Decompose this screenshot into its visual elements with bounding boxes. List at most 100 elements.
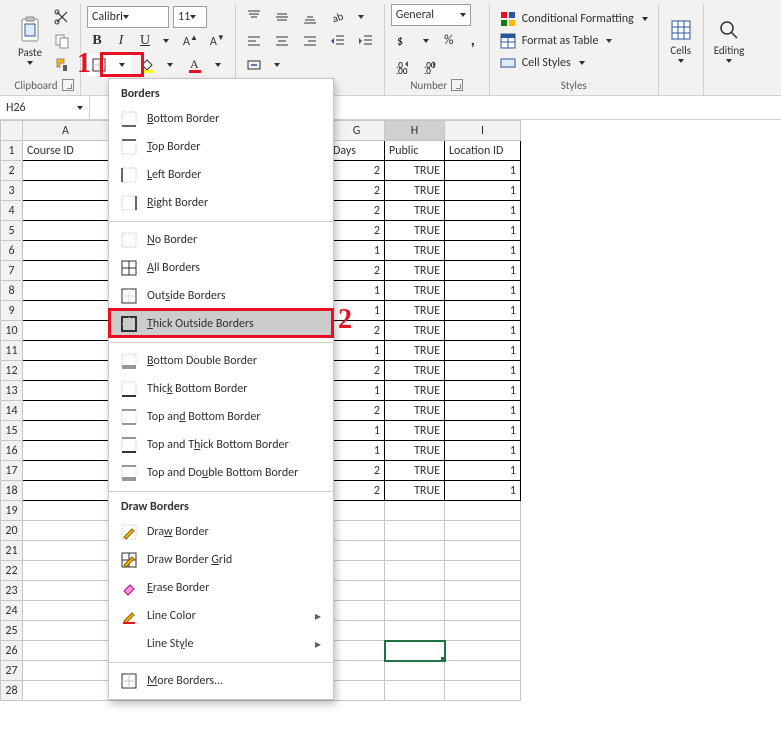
- number-dialog-launcher[interactable]: [451, 79, 463, 91]
- menu-top-and-thick-bottom-border[interactable]: Top and Thick Bottom Border: [109, 431, 333, 459]
- cell[interactable]: [23, 401, 109, 421]
- font-size-selector[interactable]: 11: [173, 6, 207, 28]
- cell[interactable]: [23, 221, 109, 241]
- cell[interactable]: 1: [445, 441, 521, 461]
- col-header-A[interactable]: A: [23, 121, 109, 141]
- cell[interactable]: 1: [445, 481, 521, 501]
- cell[interactable]: 1: [445, 341, 521, 361]
- decrease-decimal-button[interactable]: .00.0: [419, 55, 443, 77]
- cells-button[interactable]: Cells: [665, 16, 697, 65]
- cell[interactable]: 1: [445, 421, 521, 441]
- cell[interactable]: [445, 541, 521, 561]
- cell[interactable]: [23, 481, 109, 501]
- menu-draw-border[interactable]: Draw Border: [109, 518, 333, 546]
- cell[interactable]: 2: [329, 321, 385, 341]
- cell[interactable]: 1: [445, 181, 521, 201]
- cell[interactable]: [23, 601, 109, 621]
- cell[interactable]: [385, 561, 445, 581]
- cell[interactable]: 2: [329, 361, 385, 381]
- decrease-indent-button[interactable]: [326, 30, 350, 52]
- orientation-button[interactable]: ab: [326, 6, 370, 28]
- cell[interactable]: [23, 681, 109, 701]
- cell[interactable]: TRUE: [385, 461, 445, 481]
- cell[interactable]: [23, 421, 109, 441]
- cell[interactable]: [23, 161, 109, 181]
- cell[interactable]: [445, 681, 521, 701]
- cell[interactable]: [329, 641, 385, 661]
- cell[interactable]: 2: [329, 161, 385, 181]
- cell[interactable]: [385, 601, 445, 621]
- menu-bottom-double-border[interactable]: Bottom Double Border: [109, 347, 333, 375]
- font-name-selector[interactable]: Calibri: [87, 6, 169, 28]
- cell[interactable]: 2: [329, 201, 385, 221]
- cell[interactable]: TRUE: [385, 441, 445, 461]
- row-header[interactable]: 10: [1, 321, 23, 341]
- bold-button[interactable]: B: [87, 30, 107, 52]
- row-header[interactable]: 4: [1, 201, 23, 221]
- cell[interactable]: 1: [445, 241, 521, 261]
- cell[interactable]: TRUE: [385, 401, 445, 421]
- cell[interactable]: TRUE: [385, 481, 445, 501]
- menu-thick-bottom-border[interactable]: Thick Bottom Border: [109, 375, 333, 403]
- cell[interactable]: TRUE: [385, 281, 445, 301]
- cell[interactable]: [329, 661, 385, 681]
- cell[interactable]: [385, 501, 445, 521]
- cell[interactable]: 1: [445, 381, 521, 401]
- underline-button[interactable]: U: [135, 30, 175, 52]
- cell[interactable]: TRUE: [385, 221, 445, 241]
- row-header[interactable]: 13: [1, 381, 23, 401]
- align-middle-button[interactable]: [270, 6, 294, 28]
- cell[interactable]: [23, 521, 109, 541]
- select-all-cell[interactable]: [1, 121, 23, 141]
- cell[interactable]: [385, 581, 445, 601]
- cell[interactable]: 1: [445, 221, 521, 241]
- row-header[interactable]: 25: [1, 621, 23, 641]
- cell[interactable]: [445, 501, 521, 521]
- cell[interactable]: 1: [329, 281, 385, 301]
- row-header[interactable]: 14: [1, 401, 23, 421]
- cut-button[interactable]: [50, 6, 74, 28]
- menu-left-border[interactable]: Left Border: [109, 161, 333, 189]
- editing-button[interactable]: Editing: [710, 16, 749, 65]
- cell[interactable]: [23, 341, 109, 361]
- cell-styles-button[interactable]: Cell Styles: [496, 53, 589, 73]
- menu-outside-borders[interactable]: Outside Borders: [109, 282, 333, 310]
- cell[interactable]: [385, 661, 445, 681]
- cell[interactable]: TRUE: [385, 421, 445, 441]
- grow-font-button[interactable]: A▲: [179, 30, 202, 52]
- row-header[interactable]: 28: [1, 681, 23, 701]
- menu-thick-outside-borders[interactable]: Thick Outside Borders: [109, 310, 333, 338]
- cell[interactable]: [385, 541, 445, 561]
- cell[interactable]: TRUE: [385, 361, 445, 381]
- row-header[interactable]: 24: [1, 601, 23, 621]
- font-color-button[interactable]: A: [183, 54, 227, 76]
- menu-no-border[interactable]: No Border: [109, 226, 333, 254]
- cell[interactable]: 2: [329, 181, 385, 201]
- row-header[interactable]: 5: [1, 221, 23, 241]
- italic-button[interactable]: I: [111, 30, 131, 52]
- cell[interactable]: [329, 621, 385, 641]
- format-painter-button[interactable]: [50, 54, 74, 76]
- cell[interactable]: TRUE: [385, 261, 445, 281]
- cell[interactable]: 1: [445, 201, 521, 221]
- cell[interactable]: TRUE: [385, 201, 445, 221]
- clipboard-dialog-launcher[interactable]: [62, 79, 74, 91]
- cell[interactable]: [385, 521, 445, 541]
- cell[interactable]: [23, 621, 109, 641]
- row-header[interactable]: 1: [1, 141, 23, 161]
- cell[interactable]: 1: [445, 401, 521, 421]
- cell[interactable]: 2: [329, 481, 385, 501]
- cell[interactable]: [23, 461, 109, 481]
- cell[interactable]: Public: [385, 141, 445, 161]
- cell[interactable]: [23, 301, 109, 321]
- cell[interactable]: [23, 261, 109, 281]
- cell[interactable]: [445, 521, 521, 541]
- cell[interactable]: [23, 641, 109, 661]
- row-header[interactable]: 22: [1, 561, 23, 581]
- borders-button[interactable]: [87, 54, 131, 76]
- cell[interactable]: TRUE: [385, 161, 445, 181]
- cell[interactable]: [23, 281, 109, 301]
- row-header[interactable]: 18: [1, 481, 23, 501]
- comma-button[interactable]: ,: [463, 28, 483, 53]
- cell[interactable]: 1: [445, 321, 521, 341]
